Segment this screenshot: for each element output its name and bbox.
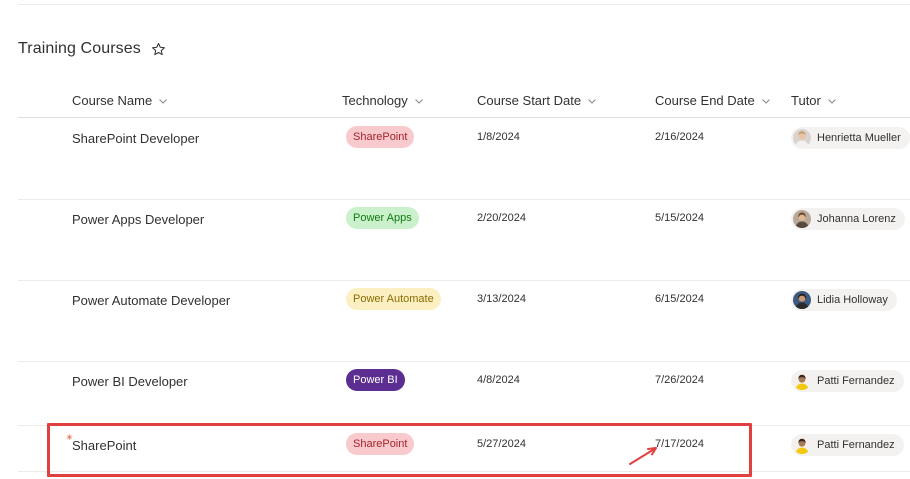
start-date-cell: 1/8/2024 — [477, 131, 520, 143]
tutor-name: Johanna Lorenz — [817, 213, 896, 225]
column-header-label: Course Start Date — [477, 93, 582, 108]
technology-pill: Power Apps — [346, 207, 419, 229]
list-title: Training Courses — [18, 40, 141, 57]
column-header-start-date[interactable]: Course Start Date — [477, 93, 597, 108]
avatar — [793, 291, 811, 309]
avatar — [793, 129, 811, 147]
tutor-name: Henrietta Mueller — [817, 132, 901, 144]
avatar — [793, 372, 811, 390]
list-title-bar: Training Courses — [18, 40, 166, 58]
column-header-course-name[interactable]: Course Name — [72, 93, 168, 108]
end-date-cell: 5/15/2024 — [655, 212, 704, 224]
course-name-cell[interactable]: Power Apps Developer — [72, 212, 204, 227]
start-date-cell: 2/20/2024 — [477, 212, 526, 224]
start-date-cell: 4/8/2024 — [477, 374, 520, 386]
column-header-tutor[interactable]: Tutor — [791, 93, 837, 108]
start-date-cell: 3/13/2024 — [477, 293, 526, 305]
tutor-name: Patti Fernandez — [817, 439, 895, 451]
column-header-end-date[interactable]: Course End Date — [655, 93, 771, 108]
table-row[interactable]: Power Automate Developer Power Automate … — [18, 281, 910, 362]
tutor-persona[interactable]: Patti Fernandez — [791, 370, 904, 392]
chevron-down-icon — [158, 96, 168, 106]
tutor-persona[interactable]: Johanna Lorenz — [791, 208, 905, 230]
column-header-label: Course Name — [72, 93, 153, 108]
table-row[interactable]: SharePoint Developer SharePoint 1/8/2024… — [18, 119, 910, 200]
star-icon[interactable] — [151, 42, 166, 57]
top-divider — [18, 4, 910, 5]
avatar — [793, 210, 811, 228]
tutor-persona[interactable]: Lidia Holloway — [791, 289, 897, 311]
technology-pill: Power BI — [346, 369, 405, 391]
avatar — [793, 436, 811, 454]
tutor-name: Patti Fernandez — [817, 375, 895, 387]
course-name-cell[interactable]: Power BI Developer — [72, 374, 188, 389]
column-header-label: Technology — [342, 93, 408, 108]
column-header-label: Tutor — [791, 93, 821, 108]
course-name-cell[interactable]: Power Automate Developer — [72, 293, 230, 308]
table-row[interactable]: Power BI Developer Power BI 4/8/2024 7/2… — [18, 362, 910, 426]
technology-pill: Power Automate — [346, 288, 441, 310]
tutor-persona[interactable]: Patti Fernandez — [791, 434, 904, 456]
course-name-cell[interactable]: SharePoint Developer — [72, 131, 199, 146]
tutor-name: Lidia Holloway — [817, 294, 888, 306]
list-view: Training Courses Course Name Technology … — [0, 0, 910, 479]
column-header-row: Course Name Technology Course Start Date… — [18, 86, 910, 118]
tutor-persona[interactable]: Henrietta Mueller — [791, 127, 910, 149]
chevron-down-icon — [414, 96, 424, 106]
end-date-cell: 6/15/2024 — [655, 293, 704, 305]
chevron-down-icon — [761, 96, 771, 106]
end-date-cell: 7/26/2024 — [655, 374, 704, 386]
chevron-down-icon — [587, 96, 597, 106]
chevron-down-icon — [827, 96, 837, 106]
column-header-technology[interactable]: Technology — [342, 93, 424, 108]
arrow-annotation-icon — [626, 436, 662, 468]
technology-pill: SharePoint — [346, 126, 415, 148]
column-header-label: Course End Date — [655, 93, 755, 108]
end-date-cell: 2/16/2024 — [655, 131, 704, 143]
table-row[interactable]: Power Apps Developer Power Apps 2/20/202… — [18, 200, 910, 281]
